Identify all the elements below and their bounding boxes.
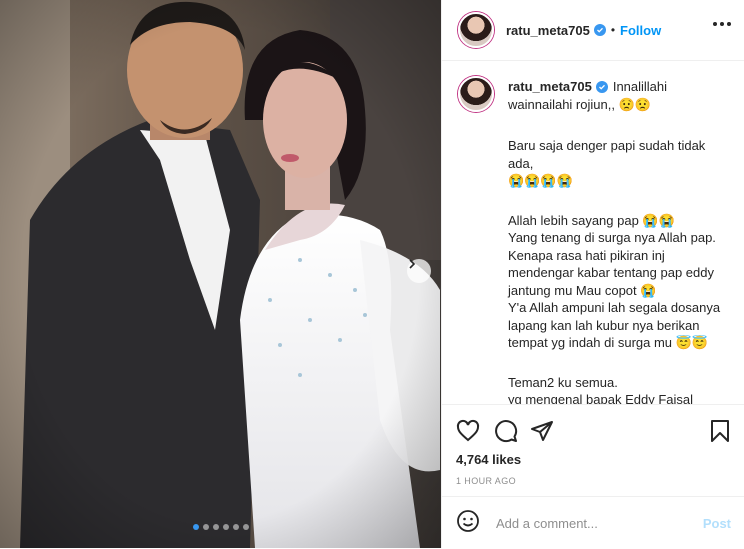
likes-count[interactable]: 4,764 likes	[456, 452, 521, 467]
follow-button[interactable]: Follow	[620, 23, 661, 38]
carousel-dot	[242, 524, 249, 530]
verified-badge-icon	[595, 81, 608, 93]
verified-badge-icon	[593, 24, 606, 36]
carousel-dot	[192, 524, 199, 530]
carousel-next-button[interactable]	[407, 259, 431, 283]
paper-plane-icon[interactable]	[530, 419, 554, 448]
caption-text: ratu_meta705 Innalillahi wainnailahi roji…	[508, 78, 729, 404]
carousel-dot	[202, 524, 209, 530]
author-username[interactable]: ratu_meta705	[506, 23, 590, 38]
avatar[interactable]	[458, 12, 494, 48]
post-sidebar: ratu_meta705 • Follow ratu_meta705 Innali…	[441, 0, 744, 548]
post-comment-button[interactable]: Post	[703, 516, 731, 531]
emoji-smiley-icon[interactable]	[456, 509, 480, 538]
bookmark-icon[interactable]	[709, 419, 731, 448]
comment-bubble-icon[interactable]	[494, 419, 518, 448]
caption-row: ratu_meta705 Innalillahi wainnailahi roji…	[442, 61, 744, 404]
caption-paragraph: ratu_meta705 Innalillahi wainnailahi roji…	[508, 78, 729, 113]
carousel-dot	[212, 524, 219, 530]
caption-paragraph: Teman2 ku semua. yg mengenal bapak Eddy …	[508, 374, 694, 405]
add-comment-row: Post	[442, 496, 744, 549]
carousel-dot	[222, 524, 229, 530]
heart-icon[interactable]	[456, 419, 480, 448]
instagram-post: ratu_meta705 • Follow ratu_meta705 Innali…	[0, 0, 744, 548]
carousel-dot	[232, 524, 239, 530]
comment-input[interactable]	[494, 514, 698, 532]
post-header: ratu_meta705 • Follow	[442, 0, 744, 61]
caption-avatar[interactable]	[458, 76, 494, 112]
photo-illustration	[0, 0, 441, 548]
carousel-indicator	[0, 524, 441, 530]
comments-section[interactable]: ratu_meta705 Innalillahi wainnailahi roji…	[442, 61, 744, 404]
chevron-right-icon	[409, 259, 416, 269]
more-options-icon[interactable]	[713, 22, 731, 26]
post-timestamp[interactable]: 1 HOUR AGO	[456, 476, 516, 486]
separator-bullet: •	[610, 23, 616, 37]
caption-username[interactable]: ratu_meta705	[508, 79, 592, 94]
caption-paragraph: Allah lebih sayang pap 😭😭 Yang tenang di…	[508, 212, 721, 351]
caption-paragraph: Baru saja denger papi sudah tidak ada, 😭…	[508, 138, 706, 188]
post-photo[interactable]	[0, 0, 441, 548]
